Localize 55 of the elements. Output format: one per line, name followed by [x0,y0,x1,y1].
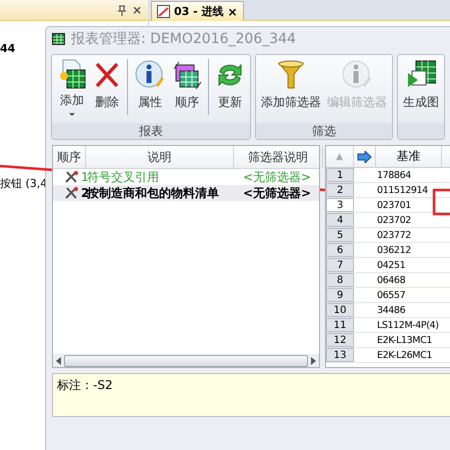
ribbon-button[interactable]: 添加 [54,55,90,117]
annotation-box [432,188,450,216]
column-header[interactable]: 筛选器说明 [234,146,323,168]
close-button[interactable]: × [132,3,142,17]
row-header[interactable]: 13 [326,348,354,362]
table-cell-text: 023701 [376,198,412,212]
row-header[interactable]: 9 [326,288,354,302]
row-header[interactable]: 7 [326,258,354,272]
row-header[interactable]: 3 [326,198,354,212]
column-header[interactable]: 说明 [86,146,234,168]
table-add-icon [57,58,87,90]
table-cell-text: 34486 [376,304,406,317]
table-icon [52,33,65,45]
funnel-icon [276,59,306,91]
document-tab[interactable]: 03 - 进线 × [151,1,244,21]
scroll-right-icon[interactable] [311,356,316,364]
tree-item-text: 44 [0,42,16,55]
ribbon-button[interactable]: 更新 [212,55,248,117]
delete-icon [93,60,121,90]
window-title: 报表管理器: DEMO2016_206_344 [71,30,296,48]
row-header[interactable]: 5 [326,228,354,242]
arrow-right-icon[interactable] [356,150,372,162]
table-cell-text: LS112M-4P(4) [376,318,440,332]
tab-label: 03 - 进线 [174,4,224,19]
row-header[interactable]: 6 [326,243,354,257]
table-cell-text: 06557 [376,288,406,302]
row-header[interactable]: 4 [326,213,354,227]
group-label: 筛选 [312,124,336,138]
table-cell-text: E2K-L26MC1 [376,348,433,362]
table-cell-text: 036212 [376,244,412,257]
pin-icon[interactable] [118,4,126,16]
table-cell-text: E2K-L13MC1 [376,334,433,347]
group-label: 报表 [139,124,163,138]
close-button[interactable]: × [228,4,238,18]
column-header[interactable]: 顺序 [53,146,86,168]
row-header[interactable]: 8 [326,273,354,287]
ribbon-button[interactable]: 删除 [90,55,124,117]
ribbon-button[interactable]: 添加筛选器 [258,55,324,117]
table-cell-text: 023772 [376,228,412,242]
note-text: 标注：-S2 [57,378,113,392]
scroll-left-icon[interactable] [56,356,61,364]
row-header[interactable]: 11 [326,318,354,332]
ribbon-button[interactable]: 属性 [131,55,169,117]
table-cell-text: 04251 [376,258,406,272]
row-header[interactable]: 12 [326,333,354,347]
row-header[interactable]: 10 [326,303,354,317]
table-arrows-icon [172,59,202,91]
ribbon-button[interactable]: 顺序 [169,55,205,117]
table-cell-text: 06468 [376,274,406,287]
column-header[interactable]: 基准 [376,146,442,167]
document-icon [157,5,170,18]
horizontal-scrollbar[interactable] [53,354,319,367]
group-label-bar [398,123,444,139]
table-cell-text: 023702 [376,214,412,227]
ribbon-button[interactable]: 生成图 [400,55,442,117]
